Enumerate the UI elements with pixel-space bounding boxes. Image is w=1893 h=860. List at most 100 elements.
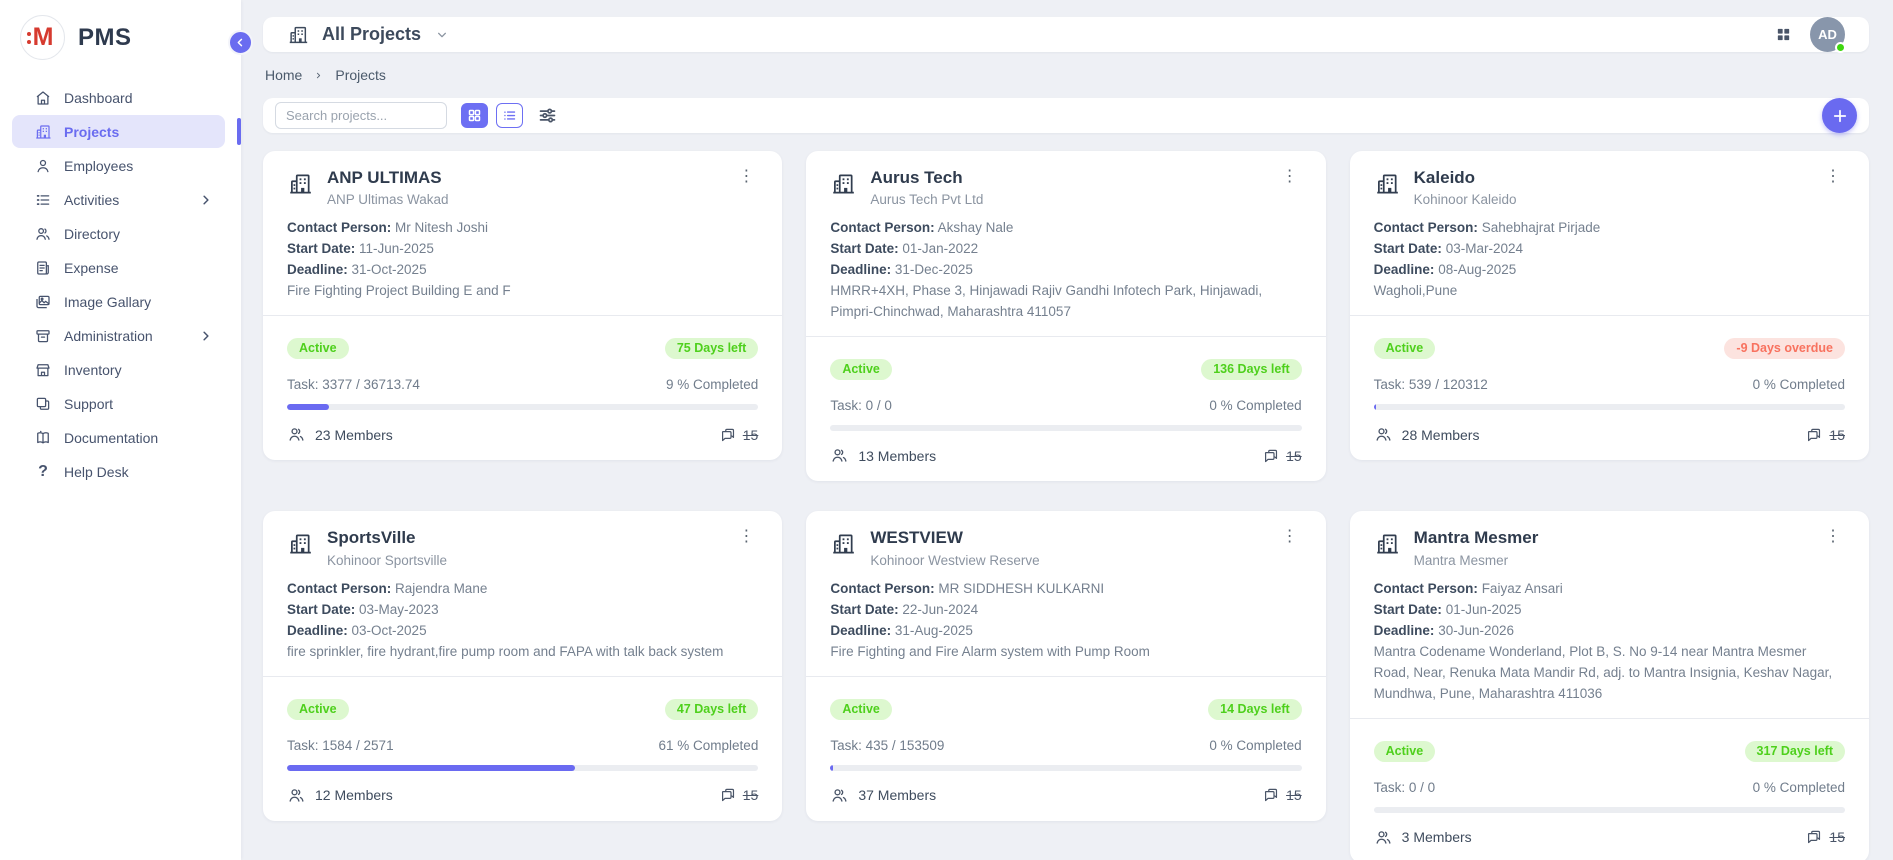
sidebar-item-label: Expense: [64, 260, 118, 276]
sidebar-item-label: Help Desk: [64, 464, 129, 480]
sidebar-item-label: Directory: [64, 226, 120, 242]
list-view-button[interactable]: [496, 103, 523, 128]
days-badge: 14 Days left: [1208, 699, 1301, 720]
start-date-label: Start Date:: [830, 602, 898, 617]
completed-percent: 61 % Completed: [659, 738, 759, 753]
members-icon: [1374, 828, 1393, 847]
members-group: 28 Members: [1374, 425, 1480, 444]
members-icon: [1374, 425, 1393, 444]
days-badge: -9 Days overdue: [1724, 338, 1845, 359]
home-icon: [34, 89, 52, 107]
divider: [1350, 315, 1869, 316]
start-date-value: 03-May-2023: [359, 602, 439, 617]
days-badge: 317 Days left: [1745, 741, 1845, 762]
members-count: 28 Members: [1402, 427, 1480, 443]
start-date-line: Start Date: 01-Jan-2022: [830, 238, 1301, 259]
sidebar-item-support[interactable]: Support: [12, 387, 225, 420]
divider: [263, 676, 782, 677]
grid-view-button[interactable]: [461, 103, 488, 128]
project-description: HMRR+4XH, Phase 3, Hinjawadi Rajiv Gandh…: [830, 280, 1301, 322]
card-menu-button[interactable]: ⋮: [734, 527, 758, 547]
breadcrumb-current: Projects: [335, 67, 386, 83]
deadline-label: Deadline:: [1374, 262, 1435, 277]
project-description: Fire Fighting and Fire Alarm system with…: [830, 641, 1301, 662]
search-input[interactable]: [275, 102, 447, 129]
start-date-line: Start Date: 22-Jun-2024: [830, 599, 1301, 620]
project-card[interactable]: Aurus Tech Aurus Tech Pvt Ltd ⋮ Contact …: [806, 151, 1325, 481]
start-date-label: Start Date:: [287, 602, 355, 617]
projects-grid: ANP ULTIMAS ANP Ultimas Wakad ⋮ Contact …: [263, 151, 1869, 860]
progress-fill: [287, 765, 575, 771]
task-count: Task: 1584 / 2571: [287, 738, 394, 753]
card-menu-button[interactable]: ⋮: [1278, 167, 1302, 187]
status-badge: Active: [830, 359, 892, 380]
sidebar-nav: Dashboard Projects Employees Activities: [0, 72, 241, 488]
project-card[interactable]: Mantra Mesmer Mantra Mesmer ⋮ Contact Pe…: [1350, 511, 1869, 860]
sidebar: M PMS Dashboard Projects Employees: [0, 0, 241, 860]
task-count: Task: 0 / 0: [830, 398, 892, 413]
sidebar-item-expense[interactable]: Expense: [12, 251, 225, 284]
progress-bar: [830, 425, 1301, 431]
chat-icon: [1262, 786, 1280, 804]
start-date-line: Start Date: 03-May-2023: [287, 599, 758, 620]
sidebar-item-label: Inventory: [64, 362, 122, 378]
messages-button[interactable]: 15: [719, 786, 759, 804]
project-card[interactable]: SportsVille Kohinoor Sportsville ⋮ Conta…: [263, 511, 782, 820]
status-badge: Active: [287, 699, 349, 720]
chat-icon: [1805, 426, 1823, 444]
breadcrumb-home[interactable]: Home: [265, 67, 302, 83]
messages-button[interactable]: 15: [1805, 426, 1845, 444]
card-menu-button[interactable]: ⋮: [1821, 167, 1845, 187]
messages-button[interactable]: 15: [1262, 447, 1302, 465]
apps-grid-icon[interactable]: [1775, 26, 1792, 43]
sidebar-item-documentation[interactable]: Documentation: [12, 421, 225, 454]
messages-button[interactable]: 15: [1262, 786, 1302, 804]
add-project-button[interactable]: [1822, 98, 1857, 133]
project-title: Aurus Tech: [870, 167, 983, 188]
start-date-value: 11-Jun-2025: [359, 241, 434, 256]
start-date-value: 22-Jun-2024: [902, 602, 978, 617]
start-date-value: 01-Jun-2025: [1446, 602, 1522, 617]
progress-bar: [1374, 404, 1845, 410]
project-card[interactable]: Kaleido Kohinoor Kaleido ⋮ Contact Perso…: [1350, 151, 1869, 460]
chat-icon: [1805, 828, 1823, 846]
sidebar-item-projects[interactable]: Projects: [12, 115, 225, 148]
completed-percent: 0 % Completed: [1209, 398, 1301, 413]
start-date-value: 03-Mar-2024: [1446, 241, 1523, 256]
project-switcher[interactable]: All Projects: [287, 24, 450, 46]
project-card[interactable]: WESTVIEW Kohinoor Westview Reserve ⋮ Con…: [806, 511, 1325, 820]
card-menu-button[interactable]: ⋮: [1821, 527, 1845, 547]
project-subtitle: Kohinoor Kaleido: [1414, 192, 1517, 207]
sidebar-item-employees[interactable]: Employees: [12, 149, 225, 182]
sidebar-collapse-button[interactable]: [228, 30, 253, 55]
deadline-label: Deadline:: [287, 262, 348, 277]
project-card[interactable]: ANP ULTIMAS ANP Ultimas Wakad ⋮ Contact …: [263, 151, 782, 460]
card-menu-button[interactable]: ⋮: [734, 167, 758, 187]
user-avatar[interactable]: AD: [1810, 17, 1845, 52]
sidebar-item-administration[interactable]: Administration: [12, 319, 225, 352]
contact-person-line: Contact Person: Mr Nitesh Joshi: [287, 217, 758, 238]
app-logo: M PMS: [0, 0, 241, 72]
gallery-icon: [34, 293, 52, 311]
sidebar-item-inventory[interactable]: Inventory: [12, 353, 225, 386]
members-group: 12 Members: [287, 786, 393, 805]
messages-button[interactable]: 15: [1805, 828, 1845, 846]
project-subtitle: Mantra Mesmer: [1414, 553, 1539, 568]
contact-value: Sahebhajrat Pirjade: [1482, 220, 1601, 235]
sidebar-item-directory[interactable]: Directory: [12, 217, 225, 250]
card-menu-button[interactable]: ⋮: [1278, 527, 1302, 547]
sidebar-item-image-gallery[interactable]: Image Gallary: [12, 285, 225, 318]
messages-button[interactable]: 15: [719, 426, 759, 444]
contact-value: Mr Nitesh Joshi: [395, 220, 488, 235]
messages-count: 15: [1286, 448, 1302, 464]
contact-person-line: Contact Person: MR SIDDHESH KULKARNI: [830, 578, 1301, 599]
project-subtitle: Kohinoor Westview Reserve: [870, 553, 1039, 568]
sidebar-item-activities[interactable]: Activities: [12, 183, 225, 216]
chat-icon: [1262, 447, 1280, 465]
filter-icon[interactable]: [535, 104, 559, 128]
project-title: Kaleido: [1414, 167, 1517, 188]
sidebar-item-dashboard[interactable]: Dashboard: [12, 81, 225, 114]
sidebar-item-label: Documentation: [64, 430, 158, 446]
sidebar-item-help-desk[interactable]: ? Help Desk: [12, 455, 225, 488]
building-icon: [830, 169, 856, 204]
